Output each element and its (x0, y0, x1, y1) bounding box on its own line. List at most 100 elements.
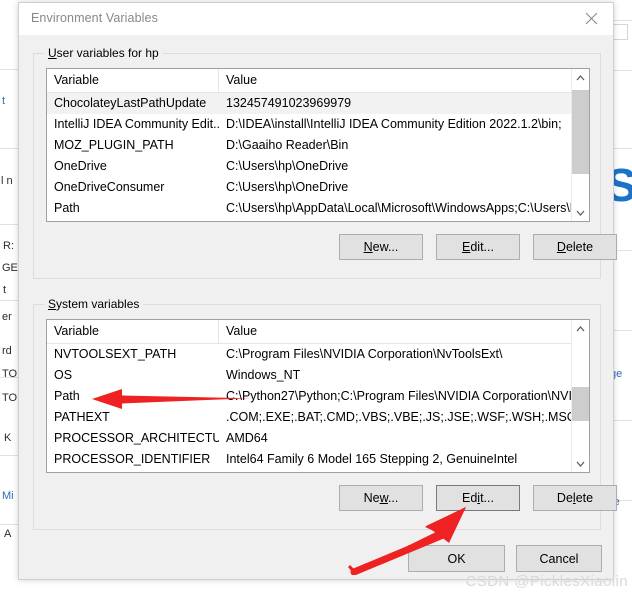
cell-value: D:\Gaaiho Reader\Bin (226, 138, 349, 152)
background-text-fragment: TO (2, 368, 18, 380)
scrollbar-thumb[interactable] (572, 387, 589, 421)
system-new-pre: Ne (363, 491, 380, 505)
dialog-titlebar[interactable]: Environment Variables (19, 3, 613, 36)
system-delete-post: ete (575, 491, 594, 505)
user-delete-button[interactable]: Delete (533, 234, 617, 260)
user-variables-header-row: Variable Value (47, 69, 589, 93)
cell-value: D:\IDEA\install\IntelliJ IDEA Community … (226, 117, 562, 131)
user-variables-legend-rest: ser variables for hp (56, 46, 159, 60)
table-row[interactable]: PROCESSOR_LEVEL 6 (47, 470, 589, 472)
scrollbar-thumb[interactable] (572, 90, 589, 174)
cell-value: .COM;.EXE;.BAT;.CMD;.VBS;.VBE;.JS;.JSE;.… (226, 410, 576, 424)
dialog-title: Environment Variables (31, 11, 158, 25)
column-header-variable[interactable]: Variable (47, 69, 219, 92)
system-new-label: New... (364, 491, 399, 505)
background-text-fragment: A (4, 528, 12, 540)
system-variables-listview[interactable]: Variable Value NVTOOLSEXT_PATH C:\Progra… (46, 319, 590, 473)
user-variables-group: User variables for hp Variable Value Cho… (33, 46, 617, 279)
cell-variable: Path (54, 389, 80, 403)
cell-variable: IntelliJ IDEA Community Edit... (54, 117, 219, 131)
ok-button[interactable]: OK (408, 545, 505, 572)
user-edit-post: dit... (470, 240, 494, 254)
table-row[interactable]: OneDrive C:\Users\hp\OneDrive (47, 156, 589, 177)
cell-value: AMD64 (226, 431, 268, 445)
cancel-button[interactable]: Cancel (516, 545, 602, 572)
background-text-fragment: K (4, 432, 12, 444)
cell-variable: PATHEXT (54, 410, 110, 424)
table-row[interactable]: PROCESSOR_IDENTIFIER Intel64 Family 6 Mo… (47, 449, 589, 470)
background-text-fragment: Mi (2, 490, 14, 502)
cell-variable: PROCESSOR_ARCHITECTURE (54, 431, 219, 445)
user-new-post: ew... (372, 240, 399, 254)
user-new-label: New... (364, 240, 399, 254)
system-edit-button[interactable]: Edit... (436, 485, 520, 511)
table-row[interactable]: Path C:\Users\hp\AppData\Local\Microsoft… (47, 198, 589, 219)
cell-value: C:\Program Files\NVIDIA Corporation\NvTo… (226, 347, 503, 361)
system-delete-label: Delete (557, 491, 593, 505)
scroll-down-icon[interactable] (572, 455, 589, 472)
background-text-fragment: er (2, 311, 12, 323)
cell-value: C:\Users\hp\AppData\Local\Microsoft\Wind… (226, 201, 585, 215)
cell-value: C:\Users\hp\OneDrive (226, 159, 349, 173)
cell-variable: PROCESSOR_IDENTIFIER (54, 452, 211, 466)
table-row[interactable]: OS Windows_NT (47, 365, 589, 386)
system-variables-legend-accel: S (48, 297, 57, 311)
background-text-fragment: t (2, 95, 6, 107)
system-variables-legend-rest: ystem variables (56, 297, 140, 311)
user-edit-button[interactable]: Edit... (436, 234, 520, 260)
system-variables-legend: System variables (44, 297, 144, 311)
cell-value: C:\Python27\Python;C:\Program Files\NVID… (226, 389, 585, 403)
background-text-fragment: TO (2, 392, 18, 404)
cell-variable: ChocolateyLastPathUpdate (54, 96, 207, 110)
user-variables-legend-accel: U (48, 46, 57, 60)
close-icon[interactable] (569, 3, 613, 34)
table-row[interactable]: PATHEXT .COM;.EXE;.BAT;.CMD;.VBS;.VBE;.J… (47, 407, 589, 428)
cell-variable: OneDriveConsumer (54, 180, 165, 194)
system-edit-label: Edit... (462, 491, 494, 505)
table-row[interactable]: Path C:\Python27\Python;C:\Program Files… (47, 386, 589, 407)
cell-value: C:\Users\hp\OneDrive (226, 180, 349, 194)
scroll-down-icon[interactable] (572, 204, 589, 221)
system-delete-button[interactable]: Delete (533, 485, 617, 511)
system-edit-post: t... (480, 491, 494, 505)
column-header-variable[interactable]: Variable (47, 320, 219, 343)
environment-variables-dialog: Environment Variables User variables for… (18, 2, 617, 580)
scrollbar-track[interactable] (572, 86, 589, 204)
table-row[interactable]: PROCESSOR_ARCHITECTURE AMD64 (47, 428, 589, 449)
user-variables-legend: User variables for hp (44, 46, 163, 60)
cell-variable: TEMP (47, 219, 219, 221)
system-new-button[interactable]: New... (339, 485, 423, 511)
user-new-accel: N (363, 240, 373, 254)
system-variables-header-row: Variable Value (47, 320, 589, 344)
table-row[interactable]: IntelliJ IDEA Community Edit... D:\IDEA\… (47, 114, 589, 135)
watermark-text: CSDN @PicklesXiaolin (465, 573, 628, 590)
background-text-fragment: R: (3, 240, 14, 252)
table-row[interactable]: OneDriveConsumer C:\Users\hp\OneDrive (47, 177, 589, 198)
user-variables-rows: ChocolateyLastPathUpdate 132457491023969… (47, 93, 589, 221)
system-variables-group: System variables Variable Value NVTOOLSE… (33, 297, 617, 530)
scroll-up-icon[interactable] (572, 69, 589, 86)
system-new-post: ... (387, 491, 399, 505)
user-variables-listview[interactable]: Variable Value ChocolateyLastPathUpdate … (46, 68, 590, 222)
scrollbar-track[interactable] (572, 337, 589, 455)
system-edit-pre: Ed (462, 491, 478, 505)
user-delete-post: elete (565, 240, 594, 254)
cell-value: C:\Users\hp\AppData\Local\Temp (219, 219, 585, 221)
column-header-value[interactable]: Value (219, 320, 589, 343)
table-row[interactable]: TEMP C:\Users\hp\AppData\Local\Temp (47, 219, 589, 221)
cell-value: 132457491023969979 (226, 96, 352, 110)
system-variables-scrollbar[interactable] (571, 320, 589, 472)
background-text-fragment: rd (2, 345, 12, 357)
cell-value: 6 (219, 470, 585, 472)
user-delete-label: Delete (557, 240, 593, 254)
user-new-button[interactable]: New... (339, 234, 423, 260)
table-row[interactable]: MOZ_PLUGIN_PATH D:\Gaaiho Reader\Bin (47, 135, 589, 156)
table-row[interactable]: NVTOOLSEXT_PATH C:\Program Files\NVIDIA … (47, 344, 589, 365)
cell-variable: OneDrive (54, 159, 107, 173)
column-header-value[interactable]: Value (219, 69, 589, 92)
scroll-up-icon[interactable] (572, 320, 589, 337)
table-row[interactable]: ChocolateyLastPathUpdate 132457491023969… (47, 93, 589, 114)
user-variables-scrollbar[interactable] (571, 69, 589, 221)
user-edit-label: Edit... (462, 240, 494, 254)
background-text-fragment: GE (2, 262, 18, 274)
